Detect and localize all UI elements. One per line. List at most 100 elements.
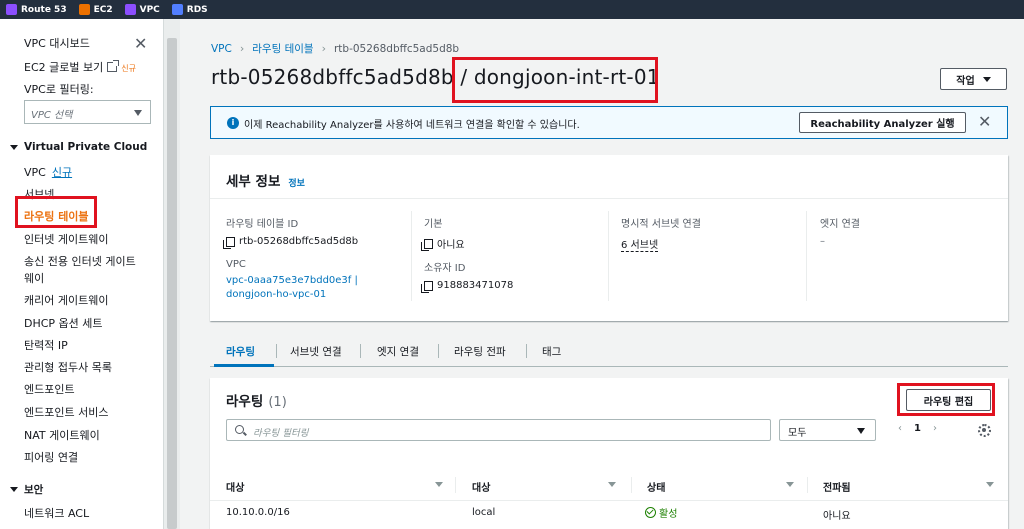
detail-main: 기본 아니요 xyxy=(421,215,465,251)
service-label: RDS xyxy=(186,4,208,15)
sidebar-item-peering[interactable]: 피어링 연결 xyxy=(24,449,78,465)
breadcrumb-route-tables[interactable]: 라우팅 테이블 xyxy=(252,41,313,56)
routes-filter-input[interactable]: 라우팅 필터링 xyxy=(226,419,771,441)
reachability-analyzer-button[interactable]: Reachability Analyzer 실행 xyxy=(799,112,966,133)
sort-icon[interactable] xyxy=(786,482,794,487)
service-bar: Route 53 EC2 VPC RDS xyxy=(0,0,1024,19)
vpc-name-link[interactable]: dongjoon-ho-vpc-01 xyxy=(226,289,358,300)
row-status: 활성 xyxy=(645,505,677,520)
page-number[interactable]: 1 xyxy=(914,423,921,434)
sidebar-item-nat-gateways[interactable]: NAT 게이트웨이 xyxy=(24,427,100,443)
copy-icon[interactable] xyxy=(223,236,235,249)
detail-value: rtb-05268dbffc5ad5d8b xyxy=(223,236,359,249)
new-badge: 신규 xyxy=(51,166,73,179)
copy-icon[interactable] xyxy=(421,280,433,293)
caret-down-icon xyxy=(10,487,18,492)
sidebar-item-dhcp-options[interactable]: DHCP 옵션 세트 xyxy=(24,315,103,331)
select-value: 모두 xyxy=(788,428,807,439)
sidebar-item-egress-only-igw[interactable]: 송신 전용 인터넷 게이트 xyxy=(24,253,136,269)
owner-value: 918883471078 xyxy=(437,280,514,291)
tab-divider xyxy=(438,344,439,358)
tab-active-indicator xyxy=(214,364,274,367)
breadcrumb-vpc[interactable]: VPC xyxy=(211,43,232,55)
sidebar-item-network-acl[interactable]: 네트워크 ACL xyxy=(24,505,89,521)
detail-owner: 소유자 ID 918883471078 xyxy=(421,259,514,293)
sidebar-item-egress-only-igw-cont[interactable]: 웨이 xyxy=(24,270,44,286)
column-divider xyxy=(411,211,412,301)
service-vpc[interactable]: VPC xyxy=(124,4,160,15)
sidebar-item-vpc[interactable]: VPC 신규 xyxy=(24,164,72,180)
section-title: 보안 xyxy=(24,484,44,496)
column-status[interactable]: 상태 xyxy=(647,479,665,494)
sidebar-item-prefix-lists[interactable]: 관리형 접두사 목록 xyxy=(24,359,112,375)
sidebar-item-endpoints[interactable]: 엔드포인트 xyxy=(24,381,75,397)
tab-tags[interactable]: 태그 xyxy=(542,344,561,359)
details-title: 세부 정보 xyxy=(226,174,281,190)
external-link-icon xyxy=(107,60,120,72)
caret-down-icon xyxy=(10,144,18,150)
search-icon xyxy=(235,425,244,434)
tab-routes[interactable]: 라우팅 xyxy=(226,344,255,359)
sidebar-item-elastic-ips[interactable]: 탄력적 IP xyxy=(24,337,68,353)
vpc-filter-select[interactable]: VPC 선택 xyxy=(24,100,151,124)
section-security[interactable]: 보안 xyxy=(10,482,43,497)
tab-edge-associations[interactable]: 엣지 연결 xyxy=(377,344,419,359)
tab-divider xyxy=(360,344,361,358)
column-divider xyxy=(631,477,632,493)
gear-icon[interactable] xyxy=(978,424,991,437)
row-propagated: 아니요 xyxy=(823,511,851,522)
tab-divider xyxy=(276,344,277,358)
routes-scope-select[interactable]: 모두 xyxy=(779,419,876,441)
copy-icon[interactable] xyxy=(421,238,433,251)
breadcrumb-current: rtb-05268dbffc5ad5d8b xyxy=(333,42,460,55)
sort-icon[interactable] xyxy=(608,482,616,487)
close-icon[interactable]: ✕ xyxy=(134,36,147,52)
details-info-link[interactable]: 정보 xyxy=(288,179,305,189)
close-icon[interactable]: ✕ xyxy=(978,113,991,131)
detail-value: 아니요 xyxy=(421,236,465,251)
chevron-right-icon: › xyxy=(321,42,326,55)
detail-label: 소유자 ID xyxy=(424,263,466,274)
detail-label: 명시적 서브넷 연결 xyxy=(621,219,701,230)
filter-label: VPC로 필터링: xyxy=(24,83,94,96)
vpc-link[interactable]: vpc-0aaa75e3e7bdd0e3f | xyxy=(226,275,358,286)
vpc-icon xyxy=(124,4,136,15)
filter-placeholder: 라우팅 필터링 xyxy=(253,428,309,439)
sort-icon[interactable] xyxy=(986,482,994,487)
sidebar-item-global-view[interactable]: EC2 글로벌 보기 신규 xyxy=(24,59,136,75)
service-ec2[interactable]: EC2 xyxy=(78,4,113,15)
tab-subnet-associations[interactable]: 서브넷 연결 xyxy=(290,344,342,359)
sort-icon[interactable] xyxy=(435,482,443,487)
sidebar-item-endpoint-services[interactable]: 엔드포인트 서비스 xyxy=(24,404,108,420)
tab-route-propagation[interactable]: 라우팅 전파 xyxy=(454,344,506,359)
route-table-id-value: rtb-05268dbffc5ad5d8b xyxy=(239,236,359,247)
service-route53[interactable]: Route 53 xyxy=(6,4,67,15)
tab-bar: 라우팅 서브넷 연결 엣지 연결 라우팅 전파 태그 xyxy=(210,337,1008,367)
column-destination[interactable]: 대상 xyxy=(226,479,244,494)
sidebar-item-internet-gateways[interactable]: 인터넷 게이트웨이 xyxy=(24,231,108,247)
chevron-left-icon[interactable]: ‹ xyxy=(898,423,902,434)
actions-button[interactable]: 작업 xyxy=(940,68,1007,90)
details-card: 세부 정보 정보 라우팅 테이블 ID rtb-05268dbffc5ad5d8b… xyxy=(210,155,1008,321)
rds-icon xyxy=(171,4,183,15)
column-propagated[interactable]: 전파됨 xyxy=(823,479,851,494)
sidebar-item-label: VPC xyxy=(24,166,46,179)
new-badge: 신규 xyxy=(121,64,136,73)
service-rds[interactable]: RDS xyxy=(171,4,208,15)
info-banner: i 이제 Reachability Analyzer를 사용하여 네트워크 연결… xyxy=(210,106,1008,139)
service-label: Route 53 xyxy=(21,4,67,15)
section-vpc[interactable]: Virtual Private Cloud xyxy=(10,141,147,153)
sidebar-item-dashboard[interactable]: VPC 대시보드 xyxy=(24,35,90,51)
chevron-right-icon[interactable]: › xyxy=(933,423,937,434)
routes-header: 라우팅 (1) xyxy=(226,390,287,410)
tab-divider xyxy=(526,344,527,358)
info-icon: i xyxy=(227,117,239,129)
breadcrumb: VPC › 라우팅 테이블 › rtb-05268dbffc5ad5d8b xyxy=(211,41,459,56)
explicit-subnets-link[interactable]: 6 서브넷 xyxy=(621,236,659,252)
scrollbar-thumb[interactable] xyxy=(167,38,177,529)
sidebar: ✕ VPC 대시보드 EC2 글로벌 보기 신규 VPC로 필터링: VPC 선택… xyxy=(0,19,164,529)
banner-text: 이제 Reachability Analyzer를 사용하여 네트워크 연결을 … xyxy=(244,120,580,131)
column-target[interactable]: 대상 xyxy=(472,479,490,494)
sidebar-item-carrier-gateways[interactable]: 캐리어 게이트웨이 xyxy=(24,292,108,308)
vpc-filter-placeholder: VPC 선택 xyxy=(31,110,73,121)
